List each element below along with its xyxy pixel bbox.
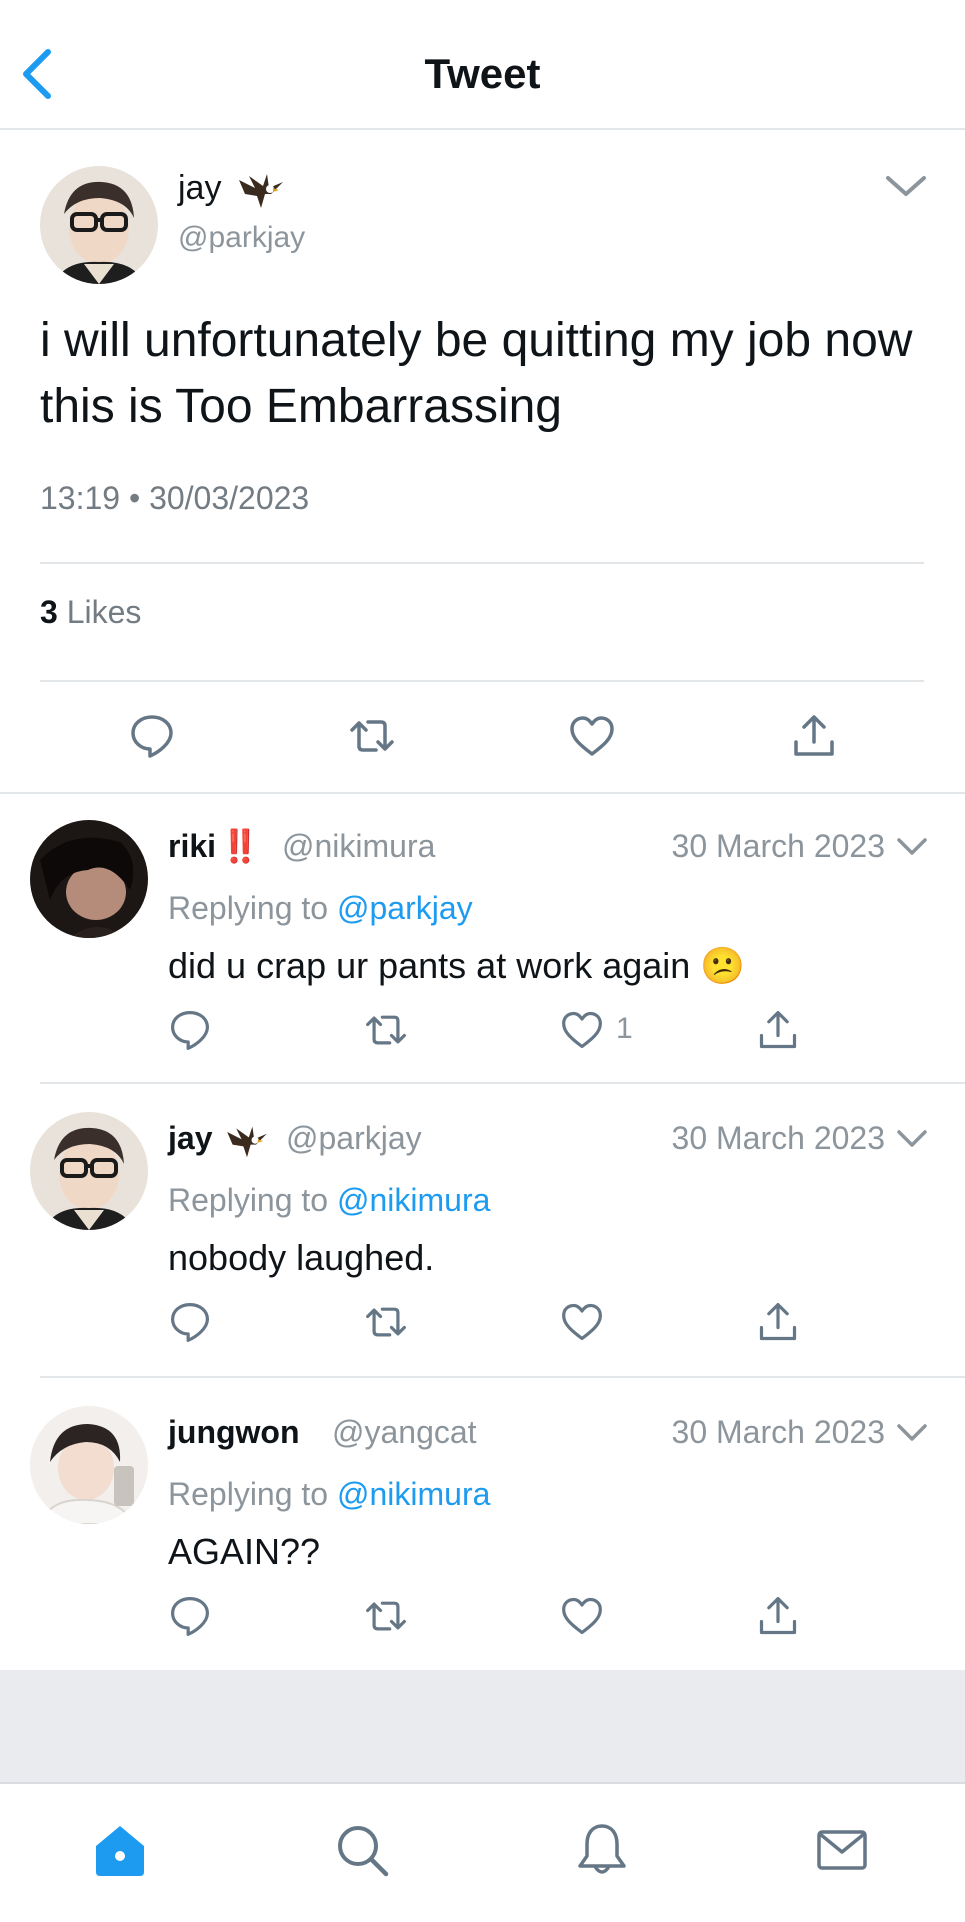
retweet-icon[interactable] [364,1300,408,1344]
share-icon[interactable] [756,1594,800,1638]
mention-link[interactable]: @parkjay [337,890,473,926]
like-icon[interactable] [568,712,616,760]
reply-icon[interactable] [168,1300,212,1344]
avatar-riki[interactable] [30,820,148,938]
reply-author-handle: @yangcat [332,1414,477,1450]
empty-area [0,1670,965,1782]
retweet-icon[interactable] [348,712,396,760]
likes-count[interactable]: 3 Likes [40,594,141,631]
tab-bar [0,1782,965,1922]
reply-author-name-text: jay [168,1120,213,1156]
share-icon[interactable] [756,1300,800,1344]
avatar-jay[interactable] [40,166,158,284]
reply-icon[interactable] [168,1008,212,1052]
main-tweet: jay @parkjay i will unfortunately be qui… [0,128,965,794]
like-icon[interactable] [560,1300,604,1344]
chevron-down-icon[interactable] [884,172,928,200]
replying-to: Replying to @parkjay [168,888,473,928]
reply-author-name[interactable]: jungwon [168,1412,300,1452]
replying-to: Replying to @nikimura [168,1180,490,1220]
header: Tweet [0,0,965,130]
like-count: 1 [616,1012,633,1045]
avatar-jay[interactable] [30,1112,148,1230]
replying-prefix: Replying to [168,1182,337,1218]
share-icon[interactable] [756,1008,800,1052]
mention-link[interactable]: @nikimura [337,1182,490,1218]
divider [40,680,924,682]
reply-text: did u crap ur pants at work again 😕 [168,945,746,986]
replying-prefix: Replying to [168,1476,337,1512]
messages-icon[interactable] [814,1822,870,1878]
divider [40,562,924,564]
search-icon[interactable] [334,1822,390,1878]
double-exclamation-icon: ‼️ [220,828,260,864]
share-icon[interactable] [790,712,838,760]
reply-author-handle: @parkjay [286,1120,422,1156]
avatar-jungwon[interactable] [30,1406,148,1524]
replying-prefix: Replying to [168,890,337,926]
reply-item[interactable]: jay @parkjay 30 March 2023 Replying to @… [0,1086,965,1378]
reply-author-name[interactable]: riki ‼️ [168,826,260,866]
home-icon[interactable] [92,1822,148,1878]
reply-date: 30 March 2023 [671,1120,885,1156]
like-icon[interactable] [560,1594,604,1638]
reply-item[interactable]: jungwon @yangcat 30 March 2023 Replying … [0,1380,965,1670]
reply-text: AGAIN?? [168,1531,321,1572]
chevron-down-icon[interactable] [896,1422,928,1444]
replying-to: Replying to @nikimura [168,1474,490,1514]
mention-link[interactable]: @nikimura [337,1476,490,1512]
divider [40,1376,965,1378]
reply-text: nobody laughed. [168,1237,435,1278]
chevron-down-icon[interactable] [896,836,928,858]
like-icon[interactable] [560,1008,604,1052]
tweet-timestamp: 13:19 • 30/03/2023 [40,480,310,516]
tweet-text: i will unfortunately be quitting my job … [40,314,913,433]
author-handle: @parkjay [178,221,306,254]
author-name: jay [178,169,222,207]
reply-item[interactable]: riki ‼️ @nikimura 30 March 2023 Replying … [0,794,965,1084]
likes-number: 3 [40,594,58,630]
reply-icon[interactable] [128,712,176,760]
reply-date: 30 March 2023 [671,1414,885,1450]
chevron-down-icon[interactable] [896,1128,928,1150]
eagle-badge-icon [227,1126,268,1157]
retweet-icon[interactable] [364,1594,408,1638]
page-title: Tweet [424,50,541,97]
retweet-icon[interactable] [364,1008,408,1052]
eagle-badge-icon [238,174,283,209]
author-name-row[interactable]: jay [178,168,285,210]
notifications-icon[interactable] [574,1822,630,1878]
divider [40,1082,965,1084]
likes-label: Likes [66,594,142,630]
reply-author-handle: @nikimura [282,828,436,864]
reply-icon[interactable] [168,1594,212,1638]
reply-date: 30 March 2023 [671,828,885,864]
reply-author-name[interactable]: jay [168,1118,269,1159]
reply-author-name-text: riki [168,828,217,864]
